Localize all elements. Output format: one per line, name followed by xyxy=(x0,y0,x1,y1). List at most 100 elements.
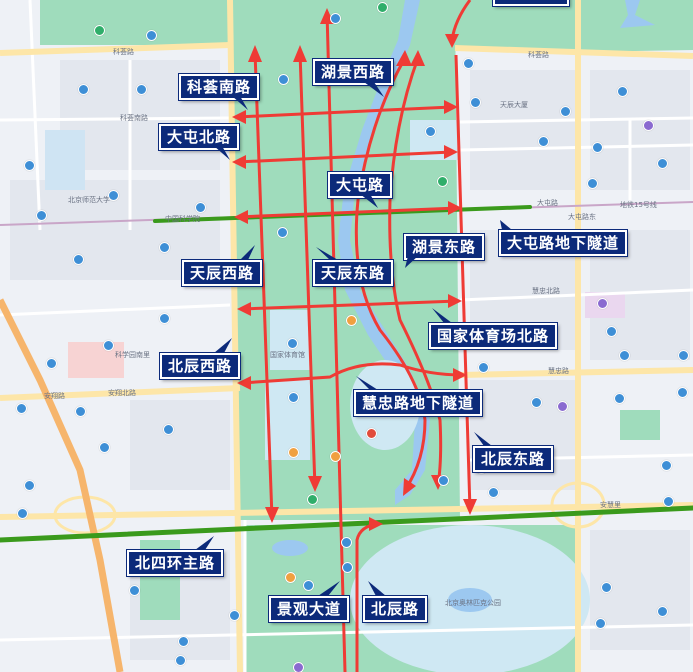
poi-marker[interactable] xyxy=(438,475,449,486)
poi-marker[interactable] xyxy=(159,242,170,253)
poi-marker[interactable] xyxy=(488,487,499,498)
poi-marker[interactable] xyxy=(285,572,296,583)
poi-marker[interactable] xyxy=(657,606,668,617)
callout-datun-lu-tunnel: 大屯路地下隧道 xyxy=(497,229,629,257)
poi-marker[interactable] xyxy=(657,158,668,169)
poi-label-1: 中国科学院 xyxy=(165,215,200,223)
poi-marker[interactable] xyxy=(557,401,568,412)
poi-marker[interactable] xyxy=(136,84,147,95)
poi-marker[interactable] xyxy=(643,120,654,131)
map-canvas[interactable]: 科荟路 科荟路 科荟南路 大屯路 安翔北路 安翔路 慧忠路 慧忠北路 地铁15号… xyxy=(0,0,693,672)
poi-marker[interactable] xyxy=(330,13,341,24)
poi-marker[interactable] xyxy=(617,86,628,97)
road-label-kehui-lu-west: 科荟路 xyxy=(113,48,134,56)
callout-beisihuan-zhulu: 北四环主路 xyxy=(125,549,225,577)
callout-hujing-xi-lu: 湖景西路 xyxy=(311,58,395,86)
poi-label-3: 北京师范大学 xyxy=(68,196,110,204)
poi-marker[interactable] xyxy=(73,254,84,265)
poi-label-4: 天辰大厦 xyxy=(500,101,528,109)
poi-marker[interactable] xyxy=(278,74,289,85)
callout-hujing-dong-lu: 湖景东路 xyxy=(402,233,486,261)
road-label-kehui-nan-lu-small: 科荟南路 xyxy=(120,114,148,122)
poi-marker[interactable] xyxy=(463,58,474,69)
poi-marker[interactable] xyxy=(287,338,298,349)
callout-jingguan-dadao: 景观大道 xyxy=(267,595,351,623)
poi-marker[interactable] xyxy=(36,210,47,221)
poi-marker[interactable] xyxy=(619,350,630,361)
road-label-huizhong-bei-lu: 慧忠北路 xyxy=(532,287,560,295)
poi-marker[interactable] xyxy=(592,142,603,153)
poi-marker-park[interactable] xyxy=(437,176,448,187)
poi-marker[interactable] xyxy=(601,582,612,593)
poi-marker-park[interactable] xyxy=(307,494,318,505)
poi-marker[interactable] xyxy=(587,178,598,189)
poi-marker[interactable] xyxy=(661,460,672,471)
poi-marker[interactable] xyxy=(229,610,240,621)
poi-marker[interactable] xyxy=(366,428,377,439)
subway-line-label: 地铁15号线 xyxy=(620,201,657,209)
poi-marker[interactable] xyxy=(24,480,35,491)
poi-marker[interactable] xyxy=(288,447,299,458)
poi-marker[interactable] xyxy=(341,537,352,548)
subway-station-label: 大屯路东 xyxy=(568,213,596,221)
road-label-anxiang-bei-lu: 安翔北路 xyxy=(108,389,136,397)
poi-marker-mall[interactable] xyxy=(597,298,608,309)
hospital-block xyxy=(68,342,124,378)
poi-marker[interactable] xyxy=(75,406,86,417)
callout-datun-bei-lu: 大屯北路 xyxy=(157,123,241,151)
poi-marker[interactable] xyxy=(470,97,481,108)
callout-datun-lu: 大屯路 xyxy=(326,171,394,199)
poi-marker[interactable] xyxy=(293,662,304,672)
poi-marker[interactable] xyxy=(103,340,114,351)
poi-marker[interactable] xyxy=(606,326,617,337)
poi-label-2: 科学园南里 xyxy=(115,351,150,359)
callout-huizhong-lu-tunnel: 慧忠路地下隧道 xyxy=(352,389,484,417)
callout-tianchen-xi-lu: 天辰西路 xyxy=(180,259,264,287)
water-block xyxy=(45,130,85,190)
poi-marker[interactable] xyxy=(159,313,170,324)
poi-label-5: 国家体育馆 xyxy=(270,351,305,359)
poi-marker[interactable] xyxy=(346,315,357,326)
callout-kehui-nan-lu: 科荟南路 xyxy=(177,73,261,101)
poi-marker[interactable] xyxy=(614,393,625,404)
poi-label-6: 北京奥林匹克公园 xyxy=(445,599,501,607)
poi-marker[interactable] xyxy=(46,358,57,369)
poi-marker[interactable] xyxy=(342,562,353,573)
poi-marker[interactable] xyxy=(303,580,314,591)
poi-marker[interactable] xyxy=(108,190,119,201)
callout-beichen-dong-lu: 北辰东路 xyxy=(471,445,555,473)
road-label-kehui-lu-east: 科荟路 xyxy=(528,51,549,59)
poi-marker-parking[interactable] xyxy=(146,30,157,41)
poi-marker[interactable] xyxy=(178,636,189,647)
poi-marker[interactable] xyxy=(17,508,28,519)
poi-marker[interactable] xyxy=(531,397,542,408)
poi-marker[interactable] xyxy=(78,84,89,95)
poi-marker[interactable] xyxy=(678,350,689,361)
poi-marker[interactable] xyxy=(330,451,341,462)
poi-marker[interactable] xyxy=(99,442,110,453)
poi-marker[interactable] xyxy=(129,585,140,596)
poi-marker[interactable] xyxy=(288,392,299,403)
poi-marker[interactable] xyxy=(277,227,288,238)
poi-marker[interactable] xyxy=(163,424,174,435)
road-label-anxiang-lu: 安翔路 xyxy=(44,392,65,400)
callout-beichen-xi-lu: 北辰西路 xyxy=(158,352,242,380)
poi-marker[interactable] xyxy=(24,160,35,171)
poi-marker[interactable] xyxy=(560,106,571,117)
poi-marker[interactable] xyxy=(663,496,674,507)
poi-label-7: 安慧里 xyxy=(600,501,621,509)
road-label-datun-lu-small: 大屯路 xyxy=(537,199,558,207)
poi-marker[interactable] xyxy=(425,126,436,137)
poi-marker[interactable] xyxy=(677,387,688,398)
poi-marker[interactable] xyxy=(478,362,489,373)
callout-beichen-lu: 北辰路 xyxy=(361,595,429,623)
poi-marker-park[interactable] xyxy=(377,2,388,13)
callout-guojia-tiyuchang-bei-lu: 国家体育场北路 xyxy=(427,322,559,350)
poi-marker[interactable] xyxy=(538,136,549,147)
poi-marker[interactable] xyxy=(595,618,606,629)
poi-marker-park[interactable] xyxy=(94,25,105,36)
poi-marker[interactable] xyxy=(175,655,186,666)
poi-marker[interactable] xyxy=(16,403,27,414)
poi-marker[interactable] xyxy=(195,202,206,213)
callout-tianchen-dong-lu: 天辰东路 xyxy=(311,259,395,287)
